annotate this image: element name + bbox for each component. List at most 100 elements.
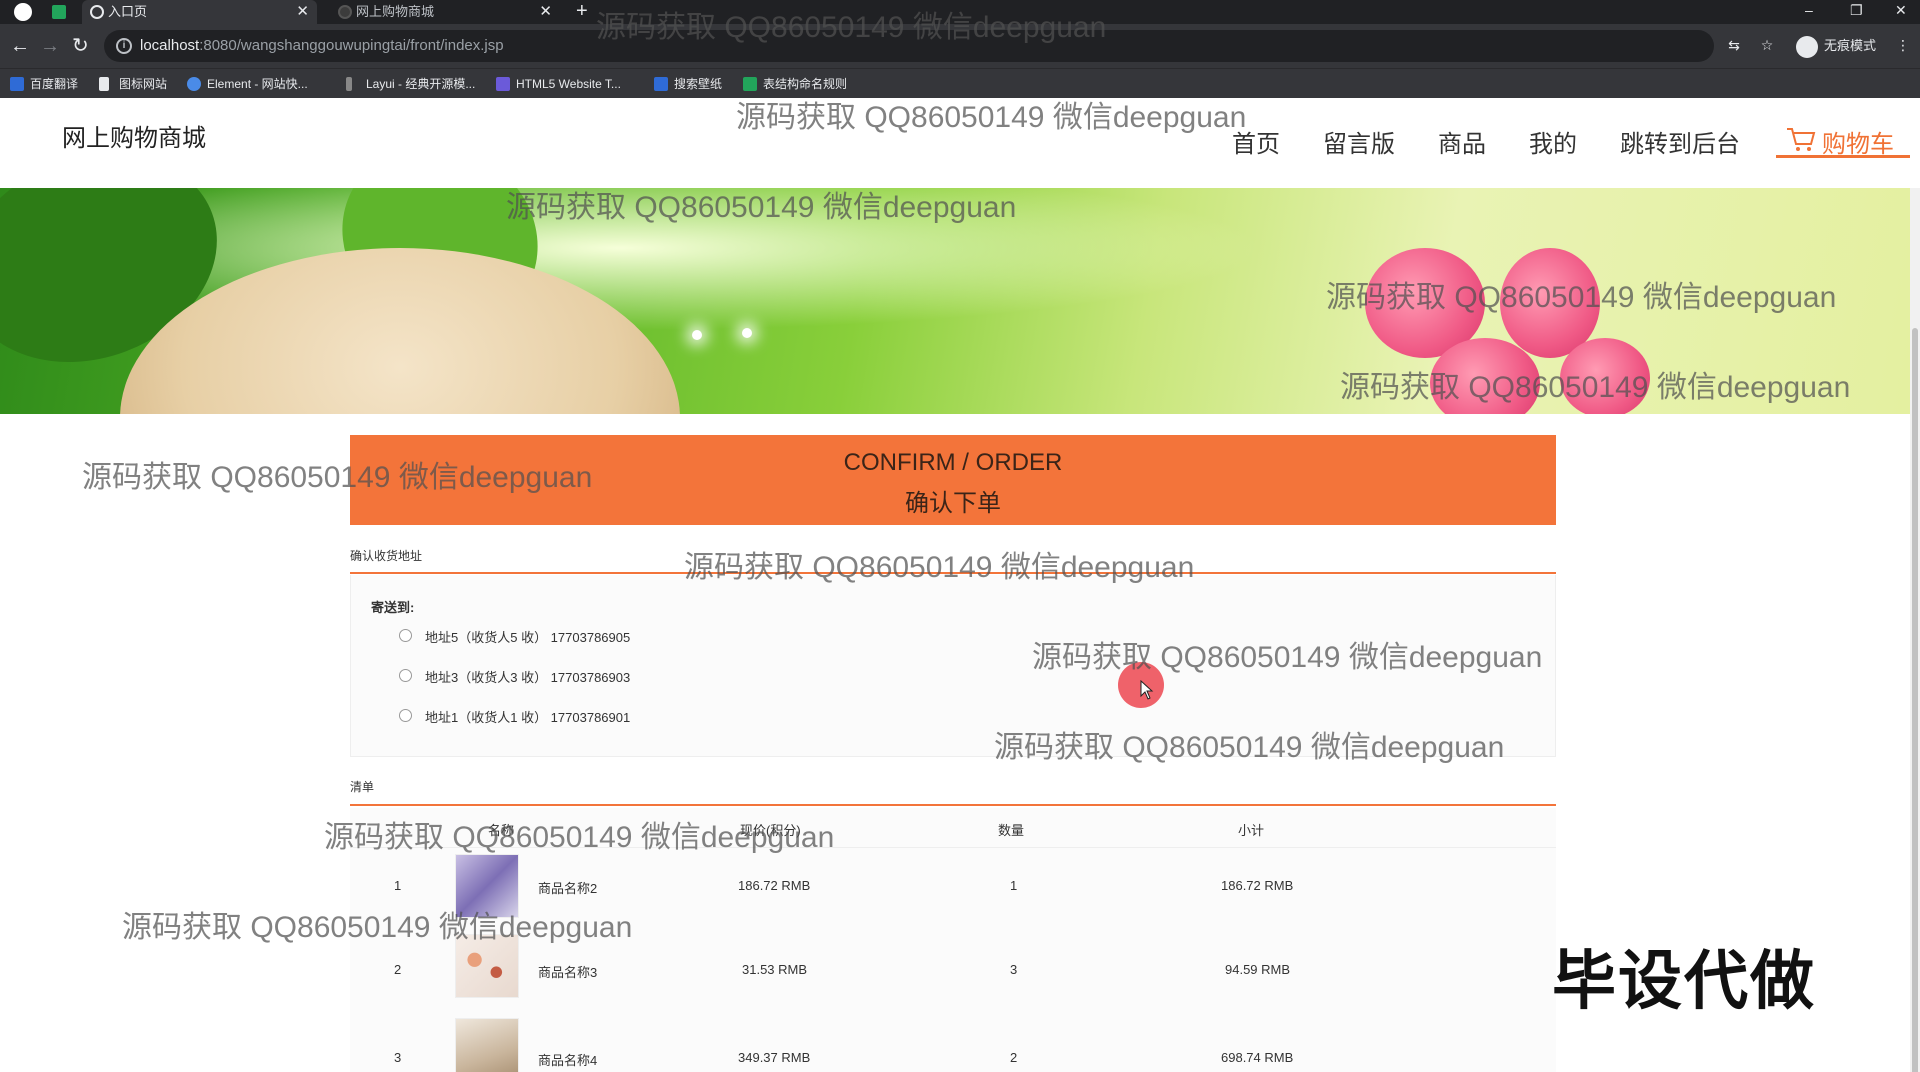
screen: 入口页 ✕ 网上购物商城 ✕ + – ❐ ✕ ← → ↻ i localhost… — [0, 0, 1920, 1072]
back-icon[interactable]: ← — [10, 32, 30, 60]
close-icon[interactable]: ✕ — [539, 0, 552, 24]
incognito-label: 无痕模式 — [1824, 38, 1877, 53]
banner-sparkle — [742, 328, 752, 338]
restore-icon[interactable]: ❐ — [1850, 0, 1863, 20]
nav-messages[interactable]: 留言版 — [1323, 124, 1395, 159]
url-text[interactable]: localhost:8080/wangshanggouwupingtai/fro… — [140, 30, 504, 62]
confirm-order-header: CONFIRM / ORDER 确认下单 — [350, 435, 1556, 525]
tab-entry[interactable]: 入口页 ✕ — [82, 0, 317, 24]
window-close-icon[interactable]: ✕ — [1895, 0, 1907, 20]
incognito-icon — [1796, 36, 1818, 58]
row-index: 2 — [394, 962, 402, 977]
row-index: 1 — [394, 878, 402, 893]
info-icon[interactable]: i — [116, 38, 132, 54]
address-radio[interactable] — [399, 709, 412, 722]
section-divider — [350, 804, 1556, 806]
table-row: 1 商品名称2 186.72 RMB 1 186.72 RMB — [350, 848, 1556, 928]
product-name[interactable]: 商品名称3 — [538, 962, 597, 981]
nav-admin[interactable]: 跳转到后台 — [1620, 124, 1740, 159]
address-text: 地址5（收货人5 收） 17703786905 — [425, 630, 631, 645]
address-radio[interactable] — [399, 669, 412, 682]
col-subtotal: 小计 — [1238, 823, 1265, 838]
globe-icon — [90, 5, 104, 19]
new-tab-icon[interactable]: + — [576, 0, 588, 22]
table-row: 3 商品名称4 349.37 RMB 2 698.74 RMB — [350, 1008, 1556, 1072]
address-section-title: 确认收货地址 — [350, 549, 423, 563]
site-logo[interactable]: 网上购物商城 — [62, 118, 206, 153]
page-scrollbar[interactable] — [1910, 188, 1920, 1072]
browser-toolbar: ← → ↻ i localhost:8080/wangshanggouwupin… — [0, 24, 1920, 68]
product-thumbnail[interactable] — [455, 1018, 519, 1072]
bookmark-item[interactable]: 图标网站 — [99, 69, 167, 99]
translate-icon[interactable]: ⇆ — [1725, 36, 1743, 54]
table-row: 2 商品名称3 31.53 RMB 3 94.59 RMB — [350, 928, 1556, 1008]
reload-icon[interactable]: ↻ — [72, 32, 89, 60]
product-subtotal: 94.59 RMB — [1225, 962, 1291, 977]
close-icon[interactable]: ✕ — [296, 0, 309, 24]
address-bar[interactable]: i localhost:8080/wangshanggouwupingtai/f… — [104, 30, 1714, 62]
sheet-icon — [743, 77, 757, 91]
forward-icon[interactable]: → — [40, 32, 60, 60]
nav-mine[interactable]: 我的 — [1529, 124, 1577, 159]
address-text: 地址3（收货人3 收） 17703786903 — [425, 670, 631, 685]
list-section-title: 清单 — [350, 780, 375, 794]
confirm-title-en: CONFIRM / ORDER — [843, 449, 1063, 476]
address-text: 地址1（收货人1 收） 17703786901 — [425, 710, 631, 725]
col-price: 现价(积分) — [740, 823, 801, 838]
bookmark-item[interactable]: 搜索壁纸 — [654, 69, 722, 99]
incognito-badge[interactable]: 无痕模式 — [1796, 31, 1876, 61]
scrollbar-thumb[interactable] — [1912, 328, 1918, 1072]
cart-icon — [1787, 128, 1816, 151]
cursor-highlight — [1118, 662, 1164, 708]
product-thumbnail[interactable] — [455, 854, 519, 918]
product-name[interactable]: 商品名称4 — [538, 1050, 597, 1069]
order-table-header: 名称 现价(积分) 数量 小计 — [350, 808, 1556, 848]
section-divider — [350, 572, 1556, 574]
bookmarks-bar: 百度翻译 图标网站 Element - 网站快... Layui - 经典开源模… — [0, 68, 1920, 98]
bookmark-item[interactable]: 百度翻译 — [10, 69, 78, 99]
product-subtotal: 698.74 RMB — [1221, 1050, 1294, 1065]
bookmark-item[interactable]: HTML5 Website T... — [496, 69, 621, 99]
tab-label: 入口页 — [108, 4, 148, 19]
nav-products[interactable]: 商品 — [1438, 124, 1486, 159]
menu-icon[interactable]: ⋮ — [1894, 36, 1912, 54]
browser-logo-icon — [14, 3, 32, 21]
send-to-label: 寄送到: — [371, 600, 415, 615]
tab-label: 网上购物商城 — [356, 4, 435, 19]
nav-home[interactable]: 首页 — [1232, 124, 1280, 159]
product-qty: 3 — [1010, 962, 1018, 977]
wallpaper-icon — [654, 77, 668, 91]
site-header: 网上购物商城 首页 留言版 商品 我的 跳转到后台 购物车 — [0, 98, 1920, 188]
flag-icon — [99, 77, 109, 91]
product-subtotal: 186.72 RMB — [1221, 878, 1294, 893]
address-radio[interactable] — [399, 629, 412, 642]
app-shortcut-icon[interactable] — [52, 5, 66, 19]
minimize-icon[interactable]: – — [1805, 0, 1813, 20]
confirm-title-zh: 确认下单 — [905, 490, 1001, 517]
col-name: 名称 — [488, 823, 515, 838]
product-qty: 1 — [1010, 878, 1018, 893]
cart-label: 购物车 — [1822, 131, 1894, 158]
translate-icon — [10, 77, 24, 91]
bookmark-item[interactable]: 表结构命名规则 — [743, 69, 847, 99]
page-icon — [338, 5, 352, 19]
html5-icon — [496, 77, 510, 91]
star-icon[interactable]: ☆ — [1758, 36, 1776, 54]
product-name[interactable]: 商品名称2 — [538, 878, 597, 897]
product-price: 349.37 RMB — [738, 1050, 811, 1065]
product-thumbnail[interactable] — [455, 934, 519, 998]
address-box: 寄送到: 地址5（收货人5 收） 17703786905 地址3（收货人3 收）… — [350, 575, 1556, 757]
banner-flower — [1560, 338, 1650, 414]
product-qty: 2 — [1010, 1050, 1018, 1065]
nav-cart[interactable]: 购物车 — [1776, 124, 1910, 158]
product-price: 31.53 RMB — [742, 962, 808, 977]
col-qty: 数量 — [998, 823, 1025, 838]
hero-banner — [0, 188, 1910, 414]
tab-shop[interactable]: 网上购物商城 ✕ — [330, 0, 560, 24]
browser-tabstrip: 入口页 ✕ 网上购物商城 ✕ + – ❐ ✕ — [0, 0, 1920, 24]
cursor-icon — [1140, 680, 1154, 700]
layui-icon — [346, 77, 352, 91]
banner-sparkle — [692, 330, 702, 340]
bookmark-item[interactable]: Layui - 经典开源模... — [346, 69, 475, 99]
bookmark-item[interactable]: Element - 网站快... — [187, 69, 308, 99]
